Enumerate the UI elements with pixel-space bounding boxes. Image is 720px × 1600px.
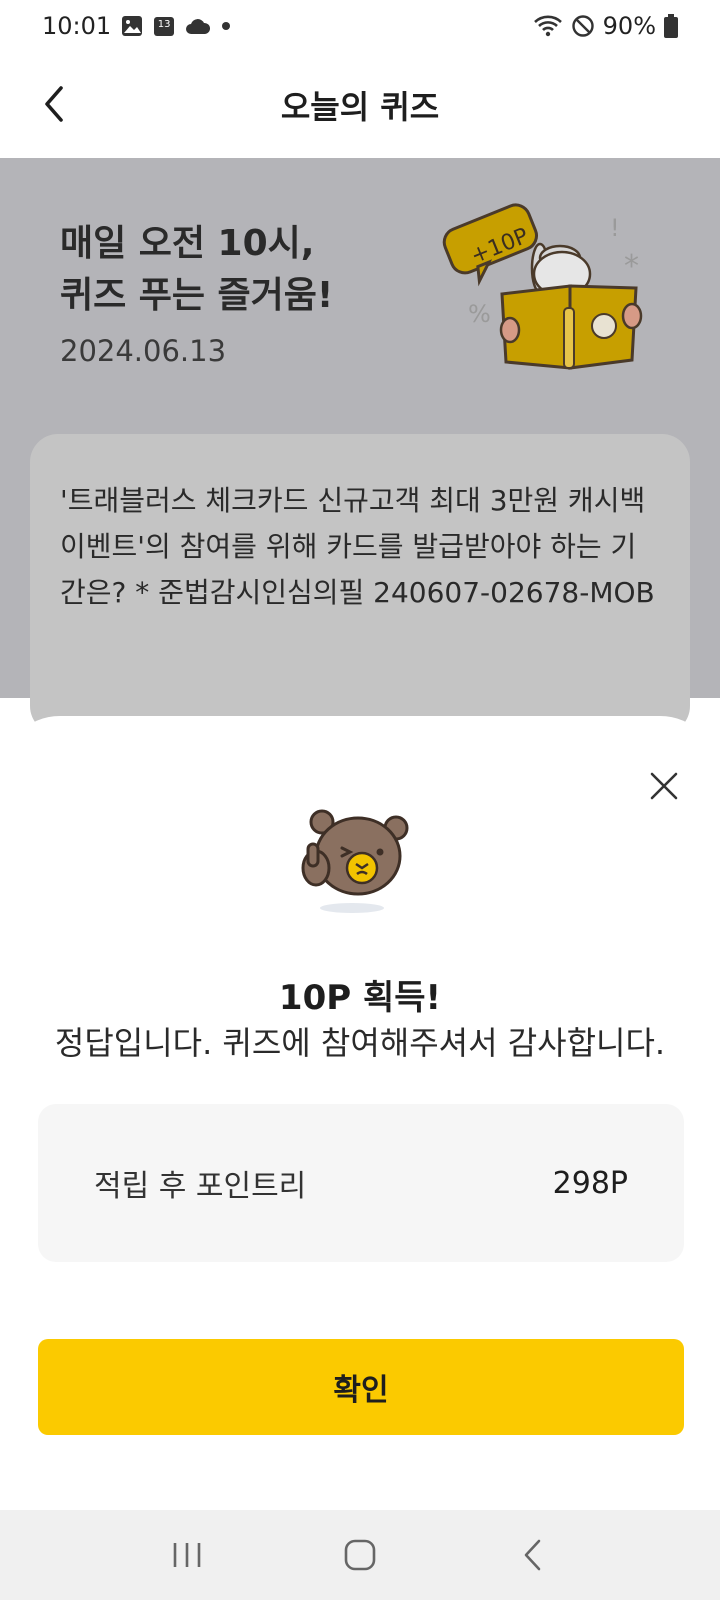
rabbit-reading-illustration: +10P ! * %: [440, 198, 670, 378]
recent-apps-button[interactable]: [147, 1525, 227, 1585]
status-time: 10:01: [42, 12, 112, 40]
hero-section: 매일 오전 10시, 퀴즈 푸는 즐거움! 2024.06.13: [60, 218, 333, 368]
question-card: '트래블러스 체크카드 신규고객 최대 3만원 캐시백 이벤트'의 참여를 위해…: [30, 434, 690, 734]
calendar-day: 13: [157, 19, 171, 30]
status-left: 10:01 13: [42, 12, 231, 40]
points-label: 적립 후 포인트리: [94, 1169, 307, 1204]
hero-line-2: 퀴즈 푸는 즐거움!: [60, 275, 334, 316]
hero-line-1: 매일 오전 10시,: [60, 223, 315, 264]
question-text: '트래블러스 체크카드 신규고객 최대 3만원 캐시백 이벤트'의 참여를 위해…: [60, 484, 655, 609]
system-back-button[interactable]: [493, 1525, 573, 1585]
status-right: 90%: [533, 12, 678, 40]
calendar-icon: 13: [153, 15, 175, 37]
home-button[interactable]: [320, 1525, 400, 1585]
do-not-disturb-icon: [571, 14, 595, 38]
battery-percent: 90%: [602, 12, 656, 40]
reward-message: 정답입니다. 퀴즈에 참여해주셔서 감사합니다.: [54, 1024, 666, 1062]
chevron-left-icon: [45, 86, 63, 122]
cloud-icon: [185, 17, 211, 35]
svg-text:%: %: [468, 300, 491, 328]
svg-text:*: *: [624, 249, 639, 284]
back-button[interactable]: [28, 78, 80, 130]
battery-icon: [664, 14, 678, 38]
recent-apps-icon: [173, 1543, 200, 1567]
status-bar: 10:01 13 90%: [0, 0, 720, 52]
reward-title: 10P 획득!: [278, 978, 442, 1018]
system-nav-bar: [0, 1510, 720, 1600]
quiz-date: 2024.06.13: [60, 334, 227, 368]
close-icon: [650, 772, 678, 800]
home-icon: [344, 1539, 376, 1571]
dot-icon: [221, 21, 231, 31]
svg-text:!: !: [610, 214, 620, 242]
dimmed-page-content: 매일 오전 10시, 퀴즈 푸는 즐거움! 2024.06.13 +10P ! …: [0, 158, 720, 734]
points-summary-box: 적립 후 포인트리 298P: [38, 1104, 684, 1262]
bear-thumbs-up-illustration: [300, 806, 424, 916]
back-icon: [525, 1539, 541, 1571]
app-bar: 오늘의 퀴즈: [0, 52, 720, 158]
result-bottom-sheet: 10P 획득! 정답입니다. 퀴즈에 참여해주셔서 감사합니다. 적립 후 포인…: [0, 716, 720, 1510]
confirm-button[interactable]: 확인: [38, 1339, 684, 1435]
points-value: 298P: [552, 1165, 628, 1201]
wifi-icon: [533, 14, 563, 38]
page-title: 오늘의 퀴즈: [280, 88, 440, 126]
image-icon: [121, 15, 143, 37]
close-button[interactable]: [636, 758, 692, 814]
